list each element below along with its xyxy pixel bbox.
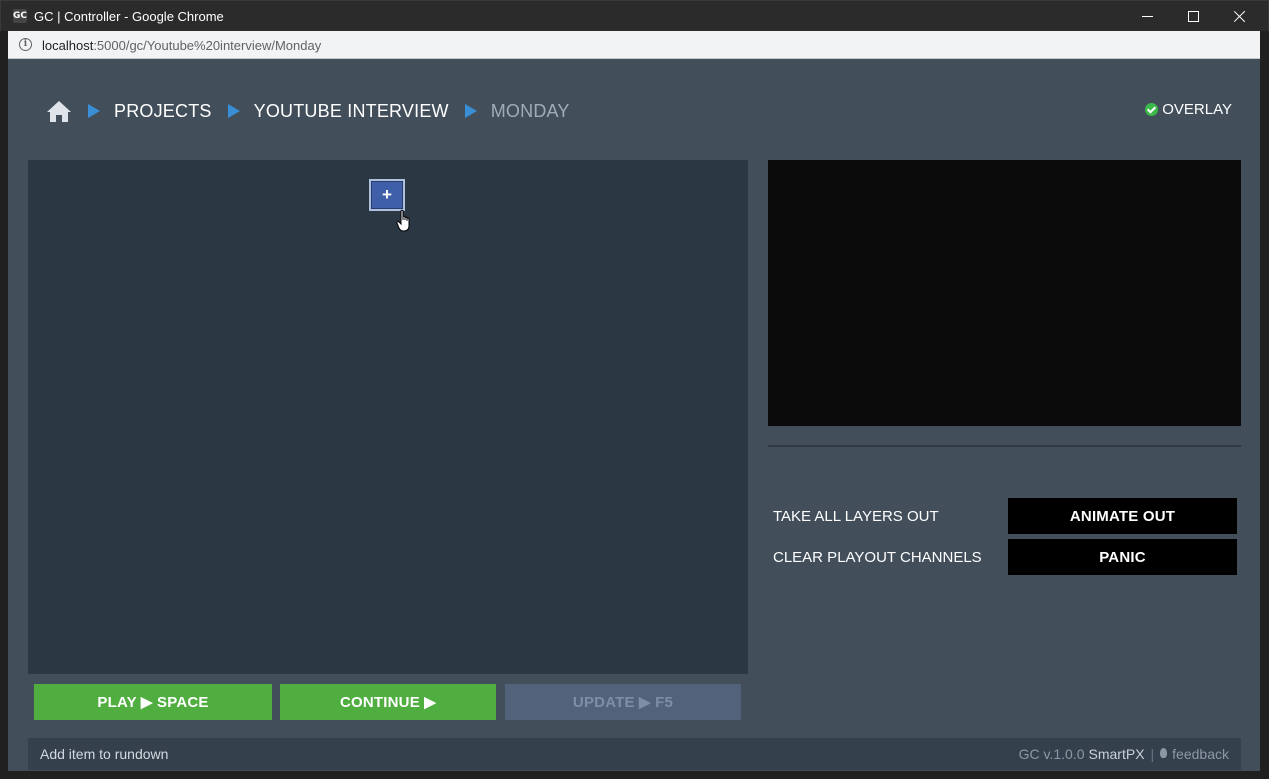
- breadcrumb-projects[interactable]: PROJECTS: [114, 101, 212, 122]
- lightbulb-icon: [1160, 748, 1168, 758]
- status-hint: Add item to rundown: [40, 746, 169, 762]
- app-logo-icon: GC: [13, 9, 27, 23]
- take-all-layers-label: TAKE ALL LAYERS OUT: [773, 508, 939, 525]
- breadcrumb-project[interactable]: YOUTUBE INTERVIEW: [254, 101, 449, 122]
- feedback-link[interactable]: feedback: [1172, 746, 1229, 762]
- breadcrumb-arrow-icon: [227, 104, 240, 118]
- info-icon[interactable]: i: [19, 38, 32, 51]
- hand-cursor-icon: [396, 209, 410, 232]
- check-circle-icon: [1145, 103, 1159, 116]
- clear-playout-label: CLEAR PLAYOUT CHANNELS: [773, 549, 982, 566]
- status-footer: Add item to rundown GC v.1.0.0 SmartPX |…: [28, 738, 1241, 770]
- minimize-icon: [1141, 16, 1153, 17]
- divider: [768, 445, 1241, 447]
- maximize-button[interactable]: [1170, 1, 1216, 32]
- overlay-label: OVERLAY: [1162, 101, 1232, 118]
- update-button: UPDATE ▶ F5: [505, 684, 741, 720]
- breadcrumb-rundown: MONDAY: [490, 100, 570, 121]
- url-path: :5000/gc/Youtube%20interview/Monday: [93, 38, 322, 53]
- window-bottom-edge: [8, 771, 1260, 779]
- home-icon[interactable]: [46, 98, 72, 124]
- url-text[interactable]: localhost:5000/gc/Youtube%20interview/Mo…: [42, 38, 321, 53]
- close-icon: [1233, 10, 1246, 23]
- url-host: localhost: [42, 38, 94, 53]
- play-button[interactable]: PLAY ▶ SPACE: [34, 684, 272, 720]
- window-titlebar: GC GC | Controller - Google Chrome: [0, 0, 1269, 31]
- footer-info: GC v.1.0.0 SmartPX | feedback: [1019, 746, 1229, 762]
- rundown-panel[interactable]: +: [28, 160, 748, 674]
- breadcrumb-arrow-icon: [464, 104, 477, 118]
- window-title: GC | Controller - Google Chrome: [34, 9, 224, 24]
- overlay-status[interactable]: OVERLAY: [1145, 101, 1232, 118]
- app-viewport: PROJECTS YOUTUBE INTERVIEW MONDAY OVERLA…: [8, 59, 1260, 771]
- maximize-icon: [1187, 11, 1199, 22]
- preview-screen: [768, 160, 1241, 426]
- address-bar[interactable]: i localhost:5000/gc/Youtube%20interview/…: [8, 31, 1260, 59]
- version-text: GC v.1.0.0: [1018, 746, 1085, 762]
- continue-button[interactable]: CONTINUE ▶: [280, 684, 496, 720]
- add-item-button[interactable]: +: [369, 179, 405, 211]
- footer-separator: |: [1150, 746, 1155, 762]
- close-button[interactable]: [1216, 1, 1262, 32]
- animate-out-button[interactable]: ANIMATE OUT: [1008, 498, 1237, 534]
- breadcrumb: PROJECTS YOUTUBE INTERVIEW MONDAY: [46, 96, 570, 126]
- breadcrumb-arrow-icon: [88, 104, 100, 118]
- minimize-button[interactable]: [1124, 1, 1170, 32]
- panic-button[interactable]: PANIC: [1008, 539, 1237, 575]
- brand-link[interactable]: SmartPX: [1089, 746, 1145, 762]
